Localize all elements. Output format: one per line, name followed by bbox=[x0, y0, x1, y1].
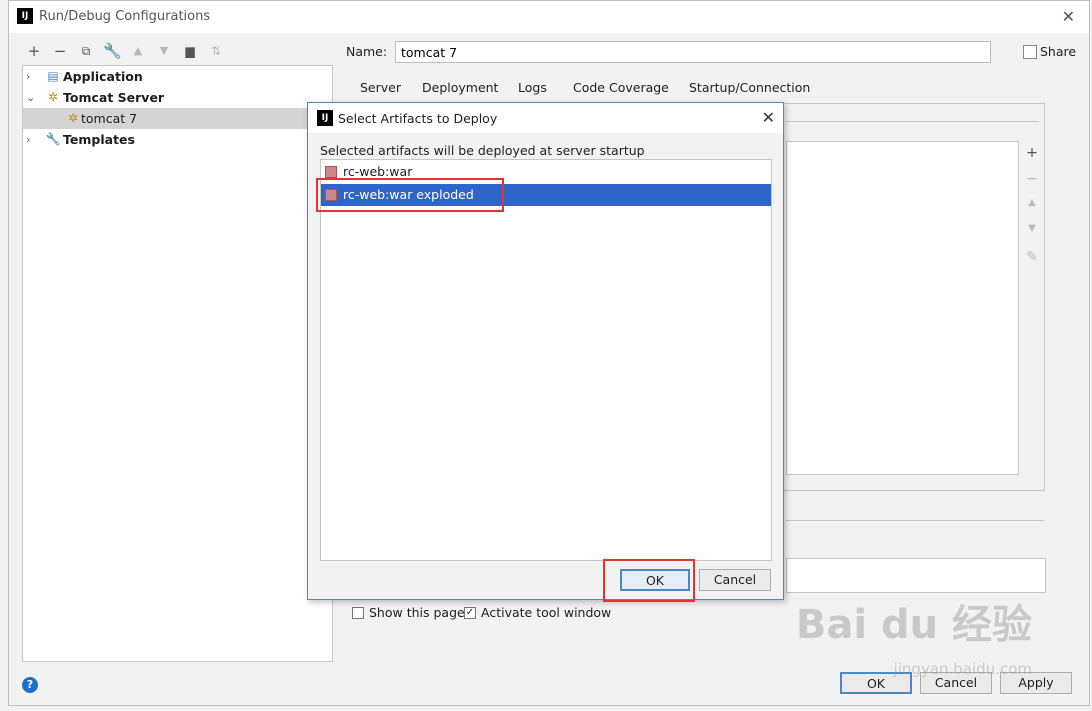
folder-icon[interactable]: ▆ bbox=[181, 42, 199, 60]
move-up-icon[interactable]: ▲ bbox=[1023, 197, 1041, 208]
sort-icon[interactable]: ⇅ bbox=[207, 42, 225, 60]
tree-item-label: Application bbox=[63, 69, 143, 84]
help-icon[interactable]: ? bbox=[22, 677, 38, 693]
tab-server[interactable]: Server bbox=[360, 80, 401, 102]
tree-item-label: Tomcat Server bbox=[63, 90, 165, 105]
dialog-description: Selected artifacts will be deployed at s… bbox=[320, 143, 645, 158]
artifact-list: rc-web:war rc-web:war exploded bbox=[320, 159, 772, 561]
deploy-artifact-list[interactable] bbox=[786, 141, 1019, 475]
tree-item-label: Templates bbox=[63, 132, 135, 147]
copy-icon[interactable]: ⧉ bbox=[77, 42, 95, 60]
highlight-box bbox=[603, 559, 695, 602]
add-icon[interactable]: + bbox=[25, 42, 43, 60]
share-label: Share bbox=[1040, 44, 1077, 59]
name-input[interactable] bbox=[395, 41, 991, 63]
select-artifacts-dialog: IJ Select Artifacts to Deploy ✕ Selected… bbox=[307, 102, 784, 602]
tree-item-tomcat-server[interactable]: ⌄ ✲ Tomcat Server bbox=[23, 87, 332, 108]
wrench-icon[interactable]: 🔧 bbox=[103, 42, 122, 60]
before-launch-list[interactable] bbox=[786, 558, 1046, 593]
tomcat-icon: ✲ bbox=[47, 90, 59, 104]
title-bar: IJ Run/Debug Configurations ✕ bbox=[9, 1, 1089, 33]
show-page-checkbox[interactable] bbox=[352, 607, 364, 619]
separator bbox=[786, 121, 1039, 122]
intellij-logo-icon: IJ bbox=[317, 110, 333, 126]
close-icon[interactable]: ✕ bbox=[762, 108, 775, 127]
close-icon[interactable]: ✕ bbox=[1062, 7, 1075, 26]
move-up-icon[interactable]: ▲ bbox=[129, 42, 147, 60]
window-title: Run/Debug Configurations bbox=[39, 9, 211, 24]
chevron-right-icon[interactable]: › bbox=[26, 66, 30, 87]
application-icon: ▤ bbox=[47, 69, 59, 83]
tree-item-application[interactable]: › ▤ Application bbox=[23, 66, 332, 87]
war-archive-icon bbox=[325, 166, 337, 178]
configuration-tree: › ▤ Application ⌄ ✲ Tomcat Server ✲ tomc… bbox=[22, 65, 333, 662]
chevron-right-icon[interactable]: › bbox=[26, 129, 30, 150]
wrench-icon: 🔧 bbox=[45, 132, 61, 146]
tab-code-coverage[interactable]: Code Coverage bbox=[573, 80, 669, 102]
activate-tool-window-label: Activate tool window bbox=[481, 605, 612, 620]
name-label: Name: bbox=[346, 44, 388, 59]
remove-icon[interactable]: − bbox=[51, 42, 69, 60]
dialog-cancel-button[interactable]: Cancel bbox=[699, 569, 771, 591]
move-down-icon[interactable]: ▼ bbox=[1023, 223, 1041, 234]
tomcat-icon: ✲ bbox=[67, 111, 79, 125]
dialog-title: Select Artifacts to Deploy bbox=[338, 111, 498, 126]
tab-logs[interactable]: Logs bbox=[518, 80, 547, 102]
edit-icon[interactable]: ✎ bbox=[1023, 249, 1041, 265]
activate-tool-window-checkbox[interactable]: ✓ bbox=[464, 607, 476, 619]
tree-item-label: tomcat 7 bbox=[81, 111, 138, 126]
tree-item-tomcat-7[interactable]: ✲ tomcat 7 bbox=[23, 108, 332, 129]
show-page-label: Show this page bbox=[369, 605, 465, 620]
highlight-box bbox=[316, 178, 504, 212]
separator bbox=[786, 520, 1044, 521]
move-down-icon[interactable]: ▼ bbox=[155, 42, 173, 60]
intellij-logo-icon: IJ bbox=[17, 8, 33, 24]
share-checkbox[interactable] bbox=[1023, 45, 1037, 59]
remove-icon[interactable]: − bbox=[1023, 171, 1041, 187]
dialog-title-bar: IJ Select Artifacts to Deploy ✕ bbox=[308, 103, 783, 133]
chevron-down-icon[interactable]: ⌄ bbox=[26, 87, 35, 108]
add-icon[interactable]: + bbox=[1023, 145, 1041, 161]
watermark-url: jingyan.baidu.com bbox=[893, 660, 1032, 678]
watermark: Bai du 经验 bbox=[795, 602, 1032, 648]
tab-startup-connection[interactable]: Startup/Connection bbox=[689, 80, 810, 102]
tree-item-templates[interactable]: › 🔧 Templates bbox=[23, 129, 332, 150]
